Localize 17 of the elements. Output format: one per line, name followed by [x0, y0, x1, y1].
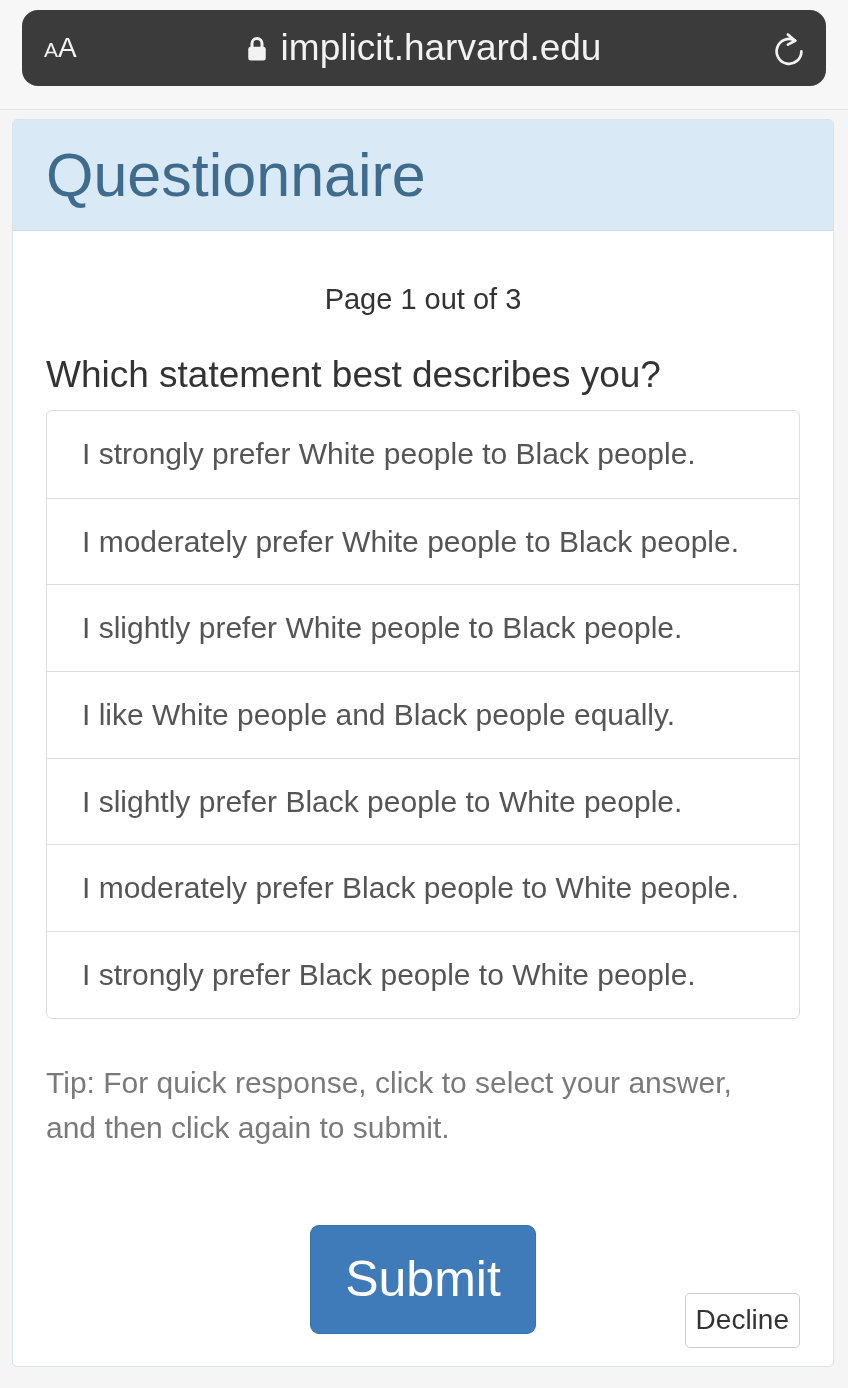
decline-button[interactable]: Decline — [684, 1292, 800, 1348]
lock-icon — [246, 35, 267, 61]
answer-option[interactable]: I moderately prefer Black people to White people. — [47, 844, 799, 932]
answer-option[interactable]: I slightly prefer White people to Black people. — [47, 584, 799, 672]
text-size-button[interactable]: AA — [44, 32, 86, 64]
answer-option[interactable]: I moderately prefer White people to Black people. — [47, 497, 799, 585]
page-indicator: Page 1 out of 3 — [323, 282, 523, 317]
question-text: Which statement best describes you? — [46, 355, 662, 395]
answer-option[interactable]: I like White people and Black people equally. — [47, 671, 799, 758]
reload-icon[interactable] — [772, 30, 806, 66]
submit-button[interactable]: Submit — [310, 1224, 536, 1334]
tip-text: Tip: For quick response, click to select your answer, and then click again to submit. — [46, 1064, 733, 1146]
answer-option[interactable]: I slightly prefer Black people to White people. — [47, 757, 799, 845]
answer-option[interactable]: I strongly prefer White people to Black people. — [47, 411, 799, 498]
url-text[interactable]: implicit.harvard.edu — [280, 27, 602, 69]
answer-option[interactable]: I strongly prefer Black people to White people. — [47, 931, 799, 1018]
panel-title: Questionnaire — [46, 140, 426, 210]
